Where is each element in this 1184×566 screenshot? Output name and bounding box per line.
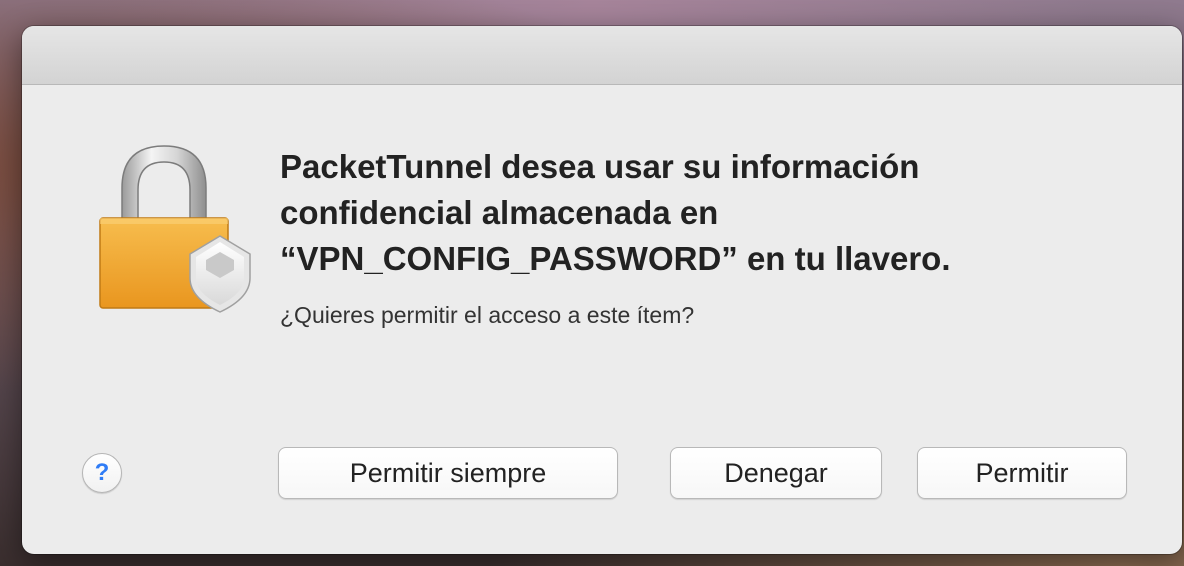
- dialog-message-subtitle: ¿Quieres permitir el acceso a este ítem?: [280, 302, 695, 328]
- deny-button[interactable]: Denegar: [670, 447, 882, 499]
- help-icon: ?: [94, 459, 110, 486]
- lock-icon: [94, 138, 254, 314]
- dialog-message-title: PacketTunnel desea usar su información c…: [280, 148, 951, 277]
- keychain-access-dialog: PacketTunnel desea usar su información c…: [22, 26, 1182, 554]
- allow-button[interactable]: Permitir: [917, 447, 1127, 499]
- dialog-titlebar[interactable]: [22, 26, 1182, 85]
- always-allow-button[interactable]: Permitir siempre: [278, 447, 618, 499]
- help-button[interactable]: ?: [82, 453, 122, 493]
- message-area: PacketTunnel desea usar su información c…: [280, 144, 1140, 330]
